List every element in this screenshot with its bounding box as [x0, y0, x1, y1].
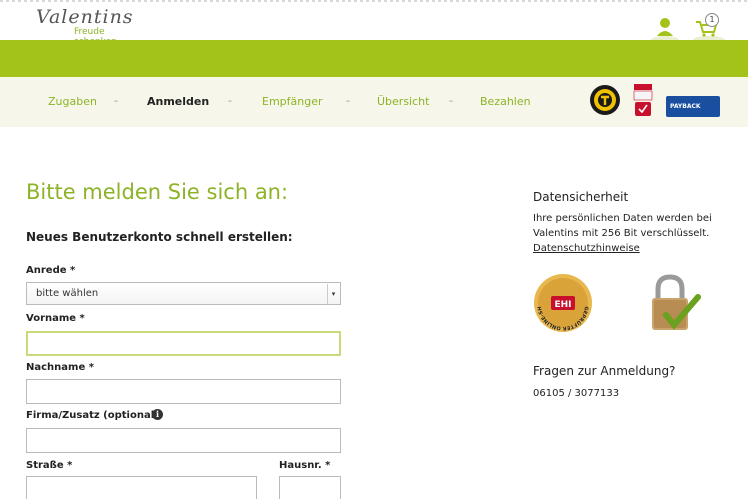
anrede-selected-value: bitte wählen	[36, 288, 99, 299]
trusted-shops-seal-icon	[590, 85, 620, 115]
firma-input[interactable]	[26, 428, 341, 453]
step-empfaenger[interactable]: Empfänger	[262, 95, 323, 108]
step-uebersicht[interactable]: Übersicht	[377, 95, 429, 108]
ehi-seal-icon: EHI GEPRÜFTER ONLINE-SHOP	[531, 269, 592, 332]
user-icon	[651, 18, 679, 44]
vorname-input[interactable]	[26, 331, 341, 356]
user-account-button[interactable]	[650, 14, 680, 44]
cart-count-badge: 1	[705, 13, 719, 27]
chevron-down-icon: ▾	[327, 284, 339, 304]
payback-badge[interactable]: PAYBACK	[666, 96, 720, 117]
nachname-label: Nachname *	[26, 362, 94, 373]
payback-label: PAYBACK	[670, 103, 701, 110]
valentins-logo[interactable]: Valentins Freude schenken	[36, 6, 146, 47]
anrede-select[interactable]: bitte wählen ▾	[26, 282, 341, 305]
site-header: Valentins Freude schenken	[0, 2, 748, 47]
padlock-check-icon	[652, 274, 701, 330]
trusted-shops-badge[interactable]	[589, 84, 621, 116]
step-zugaben[interactable]: Zugaben	[48, 95, 97, 108]
form-subtitle: Neues Benutzerkonto schnell erstellen:	[26, 230, 293, 244]
support-phone: 06105 / 3077133	[533, 388, 620, 399]
anrede-label: Anrede *	[26, 265, 76, 276]
hausnr-input[interactable]	[279, 476, 341, 499]
step-separator: -	[228, 94, 232, 107]
questions-title: Fragen zur Anmeldung?	[533, 364, 676, 378]
step-anmelden[interactable]: Anmelden	[147, 95, 209, 108]
step-bezahlen[interactable]: Bezahlen	[480, 95, 531, 108]
svg-text:EHI: EHI	[554, 300, 571, 310]
firma-label: Firma/Zusatz (optional)	[26, 410, 159, 421]
green-navigation-bar	[0, 40, 748, 77]
logo-script: Valentins	[36, 6, 134, 28]
security-text-line-2: Valentins mit 256 Bit verschlüsselt.	[533, 228, 710, 239]
privacy-link[interactable]: Datenschutzhinweise	[533, 243, 640, 254]
topshop-award-icon	[633, 84, 653, 116]
nachname-input[interactable]	[26, 379, 341, 404]
step-separator: -	[346, 94, 350, 107]
info-icon[interactable]: i	[152, 409, 163, 420]
strasse-label: Straße *	[26, 460, 73, 471]
strasse-input[interactable]	[26, 476, 257, 499]
vorname-label: Vorname *	[26, 313, 85, 324]
page-title: Bitte melden Sie sich an:	[26, 180, 289, 204]
security-text-line-1: Ihre persönlichen Daten werden bei	[533, 213, 712, 224]
security-title: Datensicherheit	[533, 190, 629, 204]
hausnr-label: Hausnr. *	[279, 460, 331, 471]
ehi-seal[interactable]: EHI GEPRÜFTER ONLINE-SHOP	[531, 269, 593, 333]
step-separator: -	[114, 94, 118, 107]
ssl-lock-seal	[640, 273, 704, 333]
step-separator: -	[449, 94, 453, 107]
topshop-award-badge[interactable]	[632, 84, 654, 118]
